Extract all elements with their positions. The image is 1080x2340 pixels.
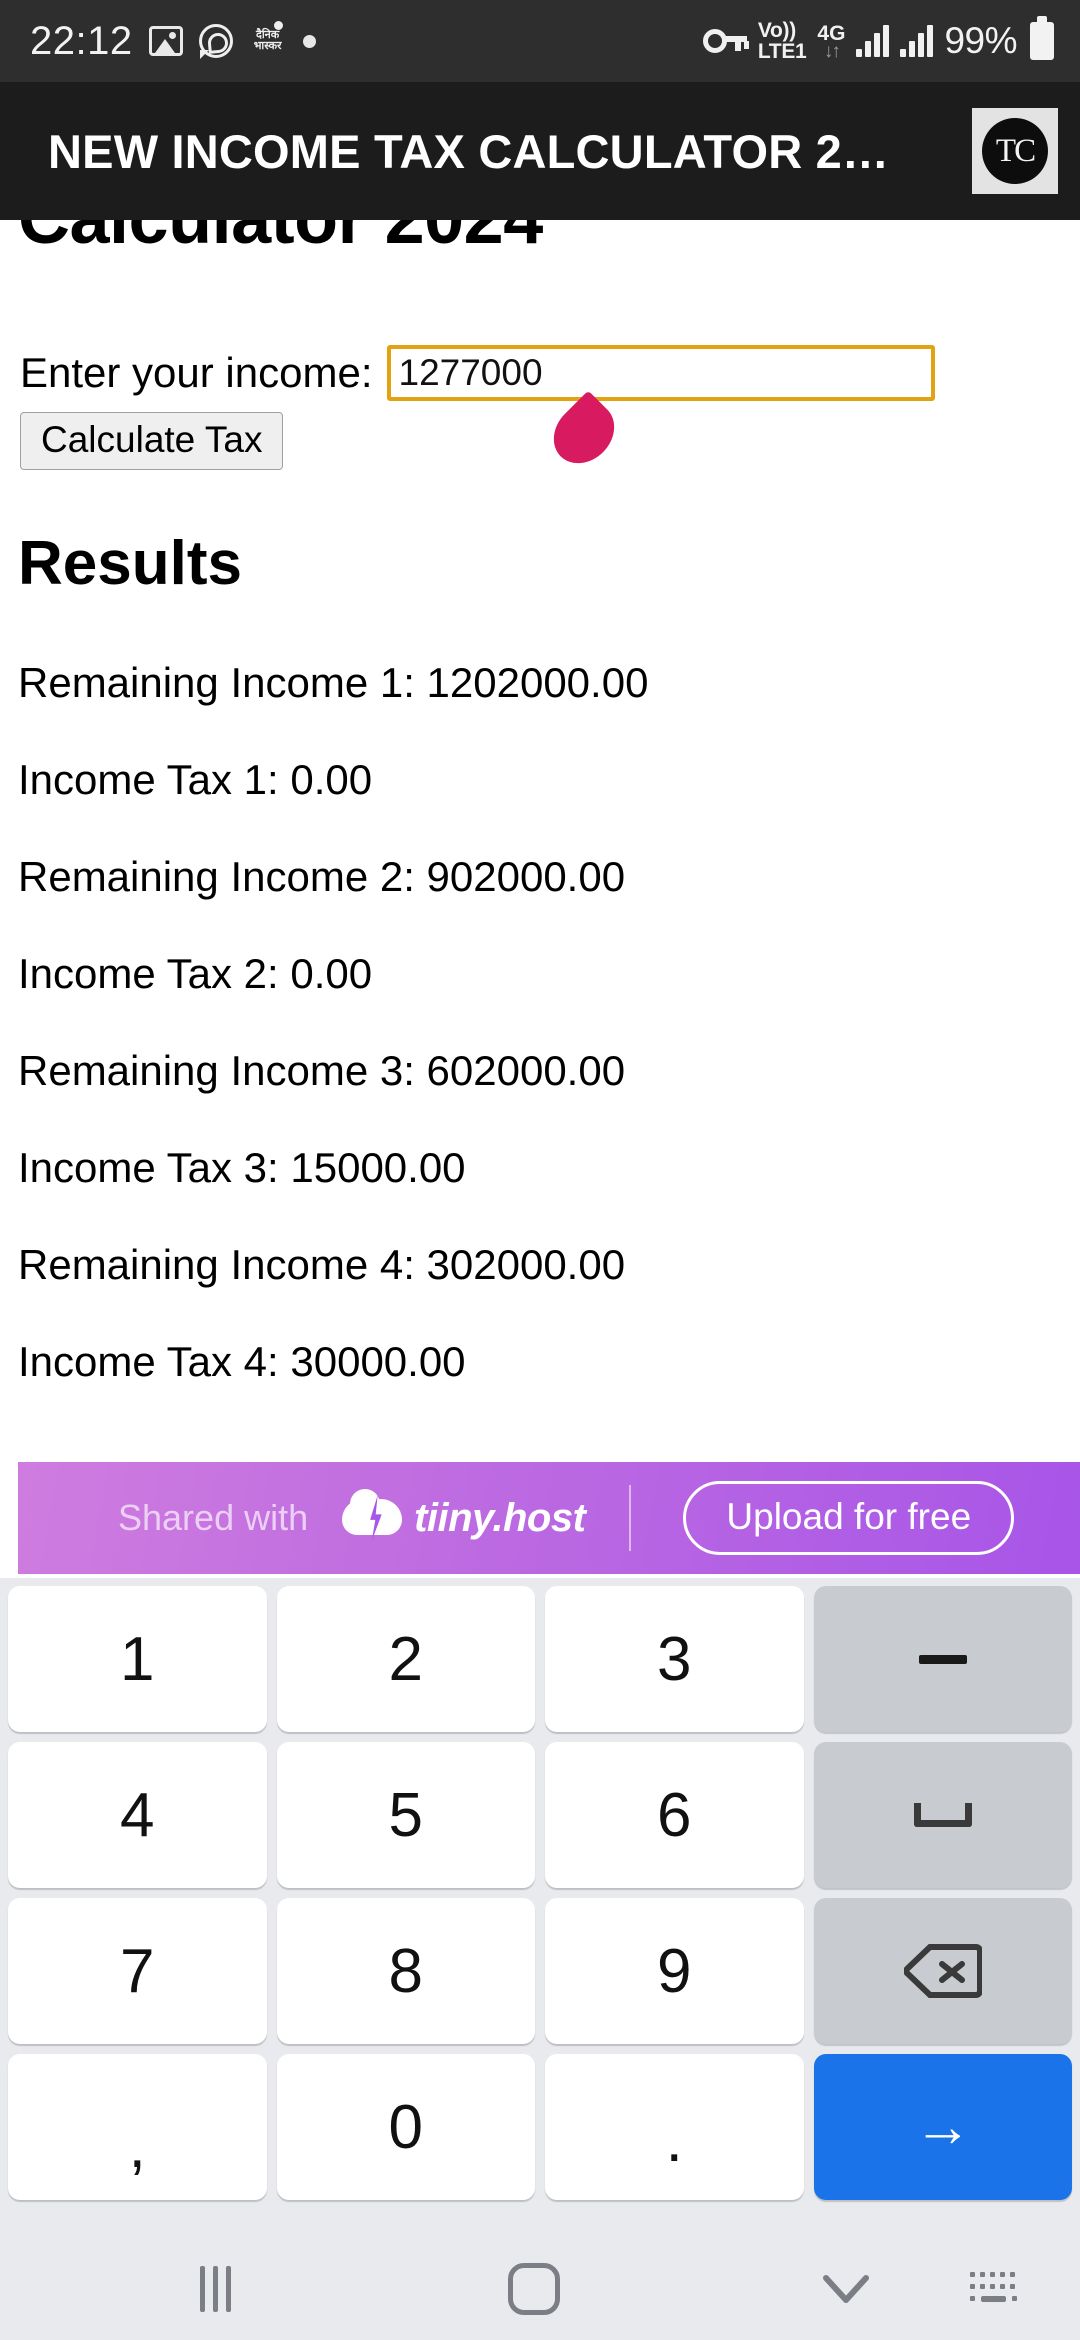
key-2[interactable]: 2 xyxy=(276,1586,535,1732)
data-transfer-icon: ↓↑ xyxy=(823,40,841,62)
result-line: Remaining Income 4: 302000.00 xyxy=(18,1241,626,1288)
key-period[interactable]: . xyxy=(545,2054,804,2200)
result-line: Income Tax 4: 30000.00 xyxy=(18,1338,466,1385)
app-bar-title: NEW INCOME TAX CALCULATOR 2… xyxy=(48,124,890,178)
keyboard-row: 4 5 6 xyxy=(8,1742,1072,1888)
results-list: Remaining Income 1: 1202000.00 Income Ta… xyxy=(18,660,1058,1420)
battery-percent-label: 99% xyxy=(944,20,1017,61)
banner-divider xyxy=(629,1485,632,1551)
result-line: Income Tax 1: 0.00 xyxy=(18,756,373,803)
income-label: Enter your income: xyxy=(20,349,373,396)
key-space[interactable] xyxy=(813,1742,1072,1888)
tiiny-host-banner[interactable]: Shared with tiiny.host Upload for free xyxy=(18,1462,1080,1574)
key-9[interactable]: 9 xyxy=(545,1898,804,2044)
keyboard-row: 1 2 3 xyxy=(8,1586,1072,1732)
volte-line-1: Vo)) xyxy=(757,19,796,42)
keyboard-row: , 0 . → xyxy=(8,2054,1072,2200)
volte-indicator: Vo)) LTE1 xyxy=(758,20,807,62)
numeric-keyboard: 1 2 3 4 5 6 7 8 9 , 0 . → xyxy=(0,1578,1080,2238)
space-bar-icon xyxy=(913,1803,972,1827)
key-1[interactable]: 1 xyxy=(8,1586,267,1732)
signal-bars-sim2-icon xyxy=(900,25,934,57)
key-backspace[interactable] xyxy=(813,1898,1072,2044)
key-enter[interactable]: → xyxy=(813,2054,1072,2200)
key-8[interactable]: 8 xyxy=(276,1898,535,2044)
status-bar-clock: 22:12 xyxy=(30,18,133,63)
key-6[interactable]: 6 xyxy=(545,1742,804,1888)
minus-icon xyxy=(918,1654,967,1664)
whatsapp-icon xyxy=(198,24,233,59)
income-input[interactable] xyxy=(386,345,935,401)
volte-line-2: LTE1 xyxy=(757,40,807,63)
signal-bars-sim1-icon xyxy=(856,25,890,57)
key-4[interactable]: 4 xyxy=(8,1742,267,1888)
hide-keyboard-icon[interactable] xyxy=(820,2270,872,2308)
upload-for-free-button[interactable]: Upload for free xyxy=(683,1481,1015,1555)
network-type-indicator: 4G ↓↑ xyxy=(817,23,845,62)
key-3[interactable]: 3 xyxy=(545,1586,804,1732)
site-logo-monogram: TC xyxy=(982,118,1048,184)
phone-screen: Calculator 2024 Enter your income: Calcu… xyxy=(0,0,1080,2340)
result-line: Remaining Income 1: 1202000.00 xyxy=(18,659,649,706)
keyboard-row: 7 8 9 xyxy=(8,1898,1072,2044)
news-dot xyxy=(273,21,283,30)
arrow-right-icon: → xyxy=(913,2094,972,2159)
result-line: Income Tax 3: 15000.00 xyxy=(18,1144,466,1191)
battery-icon xyxy=(1030,16,1054,60)
app-bar: NEW INCOME TAX CALCULATOR 2… TC xyxy=(0,82,1080,220)
status-bar: 22:12 दैनिक भास्कर Vo)) LTE1 4G ↓↑ 99% xyxy=(0,0,1080,82)
site-logo[interactable]: TC xyxy=(972,108,1058,194)
image-icon xyxy=(148,26,183,56)
tiiny-host-brand-label: tiiny.host xyxy=(414,1495,586,1540)
text-cursor-handle[interactable] xyxy=(541,390,627,476)
dot-icon xyxy=(302,34,316,48)
navigation-bar xyxy=(0,2238,1080,2340)
key-0[interactable]: 0 xyxy=(276,2054,535,2200)
tiiny-host-cloud-bolt-icon xyxy=(342,1489,403,1543)
dainik-bhaskar-icon: दैनिक भास्कर xyxy=(249,21,287,58)
shared-with-label: Shared with xyxy=(118,1497,309,1538)
key-icon xyxy=(702,29,749,53)
key-5[interactable]: 5 xyxy=(276,1742,535,1888)
income-form-row: Enter your income: xyxy=(20,345,1060,401)
result-line: Remaining Income 3: 602000.00 xyxy=(18,1047,626,1094)
backspace-icon xyxy=(903,1943,983,1999)
recents-icon[interactable] xyxy=(200,2266,231,2312)
result-line: Remaining Income 2: 902000.00 xyxy=(18,853,626,900)
news-line-2: भास्कर xyxy=(253,40,282,52)
status-bar-left: 22:12 दैनिक भास्कर xyxy=(30,19,316,64)
calculate-tax-button[interactable]: Calculate Tax xyxy=(20,412,284,470)
key-minus[interactable] xyxy=(813,1586,1072,1732)
key-comma[interactable]: , xyxy=(8,2054,267,2200)
keyboard-switch-icon[interactable] xyxy=(968,2268,1022,2310)
result-line: Income Tax 2: 0.00 xyxy=(18,950,373,997)
results-heading: Results xyxy=(18,529,242,598)
home-icon[interactable] xyxy=(508,2263,560,2315)
status-bar-right: Vo)) LTE1 4G ↓↑ 99% xyxy=(702,16,1054,62)
key-7[interactable]: 7 xyxy=(8,1898,267,2044)
